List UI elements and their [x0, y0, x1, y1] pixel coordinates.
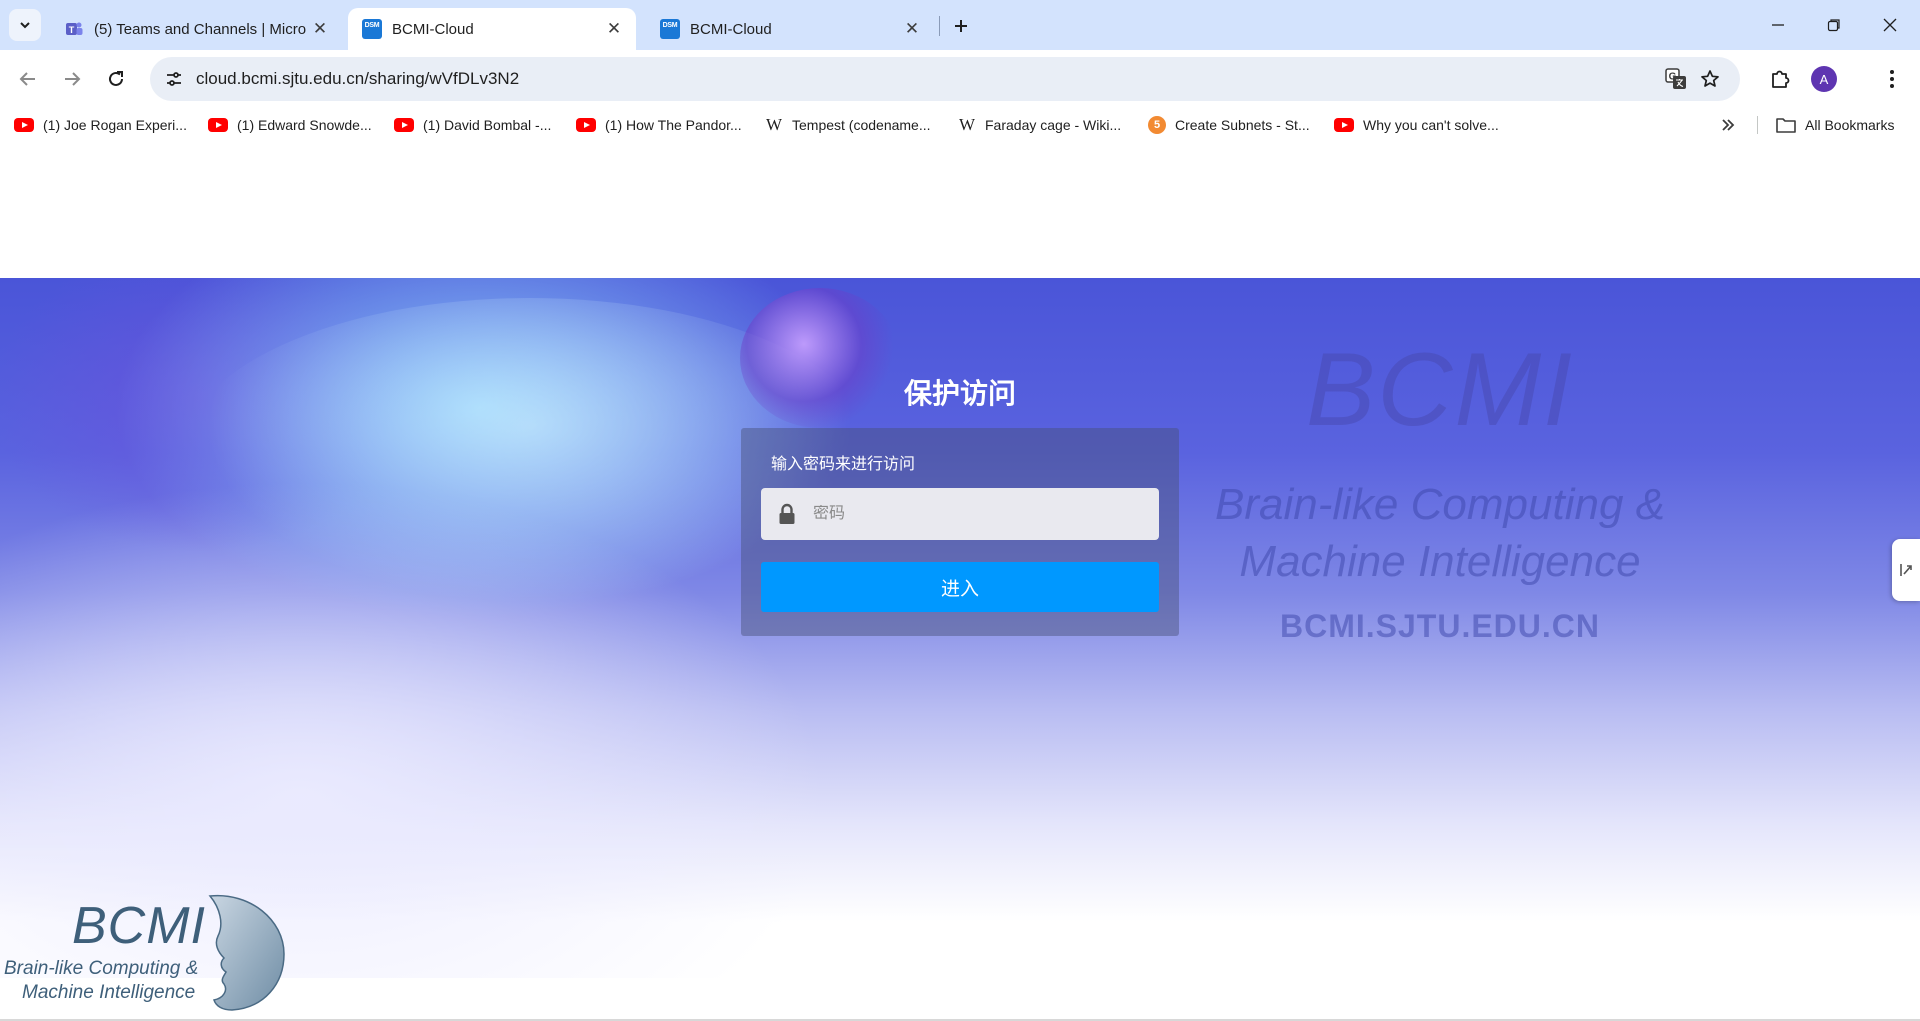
tune-icon: [167, 72, 181, 86]
password-field[interactable]: [761, 488, 1159, 540]
watermark-line1: Brain-like Computing &: [1215, 480, 1665, 529]
head-silhouette-icon: [208, 894, 285, 1011]
tab-divider: [939, 16, 940, 36]
bookmark-label: (1) Edward Snowde...: [237, 117, 372, 133]
tab-title: BCMI-Cloud: [392, 20, 474, 38]
password-prompt: 输入密码来进行访问: [771, 456, 916, 473]
all-bookmarks-button[interactable]: All Bookmarks: [1776, 113, 1894, 137]
bookmark-item[interactable]: W Tempest (codename...: [765, 113, 931, 137]
minimize-button[interactable]: [1750, 0, 1806, 50]
side-panel-handle[interactable]: [1892, 539, 1920, 601]
page-content: BCMI Brain-like Computing & Machine Inte…: [0, 142, 1920, 1021]
restore-icon: [1827, 19, 1840, 32]
tab-strip: T (5) Teams and Channels | Micro ✕ DSM B…: [0, 0, 1920, 50]
youtube-icon: [576, 118, 596, 132]
address-bar[interactable]: cloud.bcmi.sjtu.edu.cn/sharing/wVfDLv3N2…: [150, 57, 1740, 101]
bookmark-label: Tempest (codename...: [792, 117, 931, 133]
youtube-icon: [394, 118, 414, 132]
youtube-icon: [208, 118, 228, 132]
browser-toolbar: cloud.bcmi.sjtu.edu.cn/sharing/wVfDLv3N2…: [0, 50, 1920, 108]
dsm-icon: DSM: [362, 19, 382, 39]
collapse-icon: [1900, 564, 1912, 576]
more-vert-icon: [1890, 70, 1894, 88]
all-bookmarks-label: All Bookmarks: [1805, 117, 1895, 133]
password-input[interactable]: [813, 505, 1143, 523]
youtube-icon: [14, 118, 34, 132]
star-icon: [1701, 70, 1719, 87]
shield-5-icon: 5: [1148, 116, 1166, 134]
bookmark-label: (1) Joe Rogan Experi...: [43, 117, 187, 133]
bookmark-label: Why you can't solve...: [1363, 117, 1499, 133]
new-tab-button[interactable]: [946, 11, 976, 41]
footer-logo-line1: Brain-like Computing &: [4, 958, 199, 979]
footer-logo-line2: Machine Intelligence: [22, 982, 196, 1003]
arrow-left-icon: [19, 72, 35, 86]
page-title: 保护访问: [903, 378, 1016, 409]
wikipedia-icon: W: [958, 115, 976, 134]
restore-button[interactable]: [1806, 0, 1862, 50]
tab-search-button[interactable]: [9, 9, 41, 41]
site-info-button[interactable]: [158, 63, 190, 95]
bookmark-item[interactable]: (1) Edward Snowde...: [208, 113, 372, 137]
bookmark-label: Faraday cage - Wiki...: [985, 117, 1122, 133]
double-chevron-right-icon: [1722, 119, 1735, 131]
bookmark-item[interactable]: (1) How The Pandor...: [576, 113, 742, 137]
bookmark-label: (1) How The Pandor...: [605, 117, 742, 133]
bookmark-item[interactable]: (1) David Bombal -...: [394, 113, 551, 137]
translate-icon: G: [1665, 68, 1686, 89]
folder-icon: [1776, 118, 1796, 133]
tab-title: (5) Teams and Channels | Micro: [94, 20, 307, 38]
bookmarks-divider: [1757, 116, 1758, 134]
youtube-icon: [1334, 118, 1354, 132]
bookmarks-bar: (1) Joe Rogan Experi... (1) Edward Snowd…: [0, 108, 1920, 142]
password-card: 输入密码来进行访问 进入: [741, 428, 1179, 636]
bookmark-item[interactable]: 5 Create Subnets - St...: [1148, 113, 1310, 137]
bookmark-star-button[interactable]: [1696, 65, 1724, 93]
close-icon: [1883, 18, 1897, 32]
bookmarks-overflow-button[interactable]: [1716, 113, 1740, 137]
forward-button[interactable]: [56, 63, 88, 95]
svg-text:T: T: [69, 25, 75, 35]
translate-button[interactable]: G: [1662, 65, 1690, 93]
teams-icon: T: [66, 22, 83, 35]
tab-title: BCMI-Cloud: [690, 20, 772, 38]
dsm-icon: DSM: [660, 19, 680, 39]
lock-icon: [761, 488, 813, 540]
bookmark-item[interactable]: Why you can't solve...: [1334, 113, 1499, 137]
close-icon[interactable]: ✕: [902, 19, 922, 39]
tab-bcmi-cloud[interactable]: DSM BCMI-Cloud ✕: [646, 8, 934, 50]
bookmark-item[interactable]: W Faraday cage - Wiki...: [958, 113, 1121, 137]
close-icon[interactable]: ✕: [310, 19, 330, 39]
wikipedia-icon: W: [765, 115, 783, 134]
watermark-line2: Machine Intelligence: [1239, 537, 1641, 587]
chevron-down-icon: [20, 22, 30, 29]
bookmark-label: (1) David Bombal -...: [423, 117, 552, 133]
close-window-button[interactable]: [1862, 0, 1918, 50]
back-button[interactable]: [12, 63, 44, 95]
close-icon[interactable]: ✕: [604, 19, 624, 39]
extensions-button[interactable]: [1764, 63, 1796, 95]
profile-button[interactable]: A: [1808, 63, 1840, 95]
bookmark-label: Create Subnets - St...: [1175, 117, 1310, 133]
arrow-right-icon: [65, 72, 81, 86]
reload-icon: [109, 71, 123, 86]
menu-button[interactable]: [1876, 63, 1908, 95]
watermark-url: BCMI.SJTU.EDU.CN: [1279, 608, 1600, 645]
plus-icon: [955, 20, 967, 32]
enter-button[interactable]: 进入: [761, 562, 1159, 612]
minimize-icon: [1772, 24, 1784, 26]
reload-button[interactable]: [100, 63, 132, 95]
url-text[interactable]: cloud.bcmi.sjtu.edu.cn/sharing/wVfDLv3N2: [196, 69, 519, 89]
bcmi-footer-logo: BCMI Brain-like Computing & Machine Inte…: [0, 890, 300, 1015]
puzzle-icon: [1772, 70, 1790, 88]
bookmark-item[interactable]: (1) Joe Rogan Experi...: [14, 113, 187, 137]
avatar: A: [1811, 66, 1837, 92]
tab-teams[interactable]: T (5) Teams and Channels | Micro ✕: [50, 8, 342, 50]
tab-bcmi-cloud-active[interactable]: DSM BCMI-Cloud ✕: [348, 8, 636, 50]
